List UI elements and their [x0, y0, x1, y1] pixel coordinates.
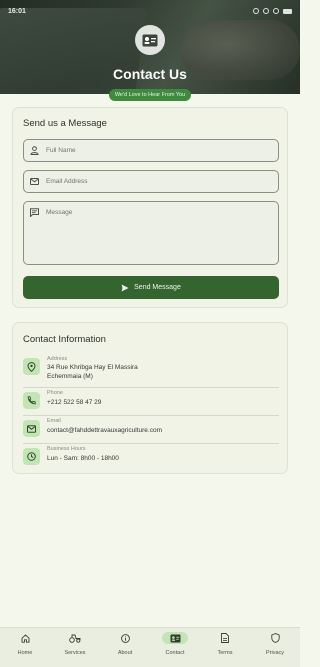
nav-privacy[interactable]: Privacy: [255, 632, 295, 662]
tagline-badge: We'd Love to Hear From You: [109, 89, 191, 101]
phone-value: +212 522 58 47 29: [47, 399, 102, 406]
header-hero: 16:01 Contact Us: [0, 0, 300, 94]
message-textarea[interactable]: Message: [23, 201, 279, 265]
contact-info-card: Contact Information Address 34 Rue Khrib…: [12, 322, 288, 474]
hours-label: Business Hours: [47, 446, 86, 452]
bottom-nav: Home Services About Contact Terms Privac…: [0, 627, 300, 667]
email-placeholder: Email Address: [46, 178, 88, 185]
message-form-card: Send us a Message Full Name Email Addres…: [12, 107, 288, 308]
info-icon: [120, 633, 130, 643]
contact-row-phone[interactable]: Phone +212 522 58 47 29: [23, 390, 279, 412]
clock-icon: [23, 448, 40, 465]
contact-row-address: Address 34 Rue Khribga Hay El Massira Ec…: [23, 356, 279, 386]
email-value: contact@fahddettravauxagriculture.com: [47, 427, 162, 434]
hours-value: Lun - Sam: 8h00 - 18h00: [47, 455, 119, 462]
contact-row-email[interactable]: Email contact@fahddettravauxagriculture.…: [23, 418, 279, 440]
location-pin-icon: [23, 358, 40, 375]
send-message-button[interactable]: Send Message: [23, 276, 279, 299]
contact-info-title: Contact Information: [23, 334, 106, 345]
address-value-line2: Echemmaia (M): [47, 373, 93, 380]
send-message-label: Send Message: [134, 284, 181, 291]
email-label: Email: [47, 418, 61, 424]
nav-terms[interactable]: Terms: [205, 632, 245, 662]
address-label: Address: [47, 356, 68, 362]
nav-terms-label: Terms: [217, 650, 233, 656]
document-icon: [221, 633, 229, 643]
battery-icon: [283, 8, 292, 14]
signal-icon: [273, 8, 279, 14]
nav-home[interactable]: Home: [5, 632, 45, 662]
status-bar: 16:01: [0, 0, 300, 22]
send-icon: [121, 284, 129, 291]
nav-about[interactable]: About: [105, 632, 145, 662]
wifi-icon: [263, 8, 269, 14]
contact-row-hours: Business Hours Lun - Sam: 8h00 - 18h00: [23, 446, 279, 468]
phone-label: Phone: [47, 390, 63, 396]
address-value: 34 Rue Khribga Hay El Massira: [47, 364, 138, 371]
page-title: Contact Us: [113, 66, 187, 82]
nav-services[interactable]: Services: [55, 632, 95, 662]
email-icon: [23, 420, 40, 437]
full-name-input[interactable]: Full Name: [23, 139, 279, 162]
message-form-title: Send us a Message: [23, 118, 107, 129]
nav-contact[interactable]: Contact: [155, 632, 195, 662]
contact-card-icon: [170, 634, 180, 642]
message-placeholder: Message: [46, 209, 73, 216]
nav-privacy-label: Privacy: [265, 650, 285, 656]
full-name-placeholder: Full Name: [46, 147, 76, 154]
home-icon: [21, 633, 29, 643]
nav-about-label: About: [117, 650, 133, 656]
email-input[interactable]: Email Address: [23, 170, 279, 193]
phone-icon: [23, 392, 40, 409]
nav-services-label: Services: [64, 650, 86, 656]
message-icon: [30, 208, 39, 217]
alarm-icon: [253, 8, 259, 14]
email-icon: [30, 178, 39, 185]
person-icon: [30, 146, 39, 155]
status-time: 16:01: [8, 7, 26, 15]
tractor-icon: [69, 634, 81, 643]
nav-home-label: Home: [17, 650, 33, 656]
nav-contact-label: Contact: [165, 650, 185, 656]
shield-icon: [270, 633, 280, 643]
contact-card-icon: [135, 25, 165, 55]
